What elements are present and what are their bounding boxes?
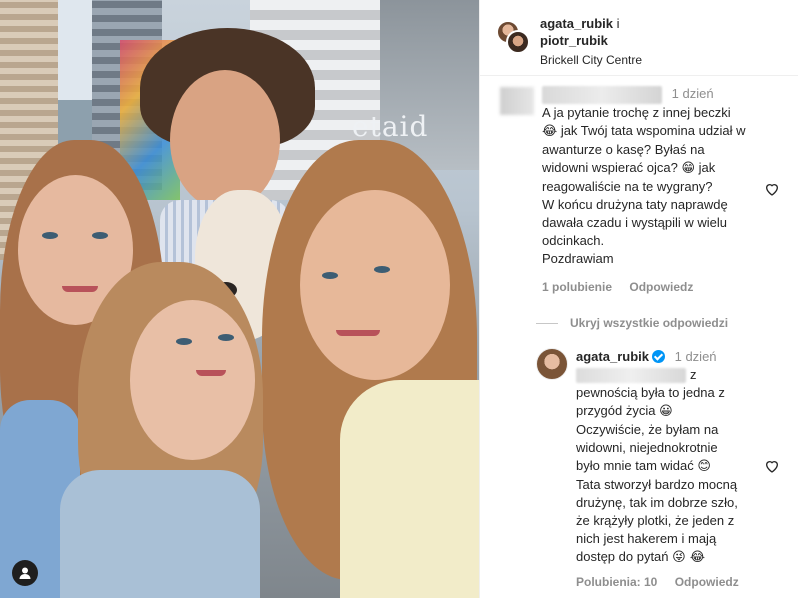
avatar[interactable] bbox=[536, 348, 568, 380]
text: jak Twój tata wspomina udział w bbox=[557, 122, 746, 138]
mouth bbox=[196, 370, 226, 376]
emoji: 😊 bbox=[697, 459, 711, 474]
text: było mnie tam widać bbox=[576, 458, 694, 473]
post-photo[interactable]: etaid bbox=[0, 0, 479, 598]
heart-icon[interactable] bbox=[764, 181, 780, 197]
comment-line: Pozdrawiam bbox=[542, 250, 614, 266]
comment-line: że krążyły plotki, że jeden z bbox=[576, 513, 735, 528]
building-sign: etaid bbox=[352, 110, 429, 143]
comment-line: W końcu drużyna taty naprawdę bbox=[542, 196, 728, 212]
comment-text: A ja pytanie trochę z innej beczki 😂 jak… bbox=[542, 104, 790, 268]
comment-line: odcinkach. bbox=[542, 232, 605, 248]
divider bbox=[536, 322, 558, 324]
comment-line: Oczywiście, że byłam na bbox=[576, 422, 719, 437]
comment-line: widowni wspierać ojca? 😁 jak bbox=[542, 159, 790, 178]
eye bbox=[218, 334, 234, 341]
author-link[interactable]: piotr_rubik bbox=[540, 32, 642, 49]
text: z bbox=[690, 367, 697, 382]
comment-line: przygód życia 😀 bbox=[576, 402, 776, 421]
comment-line: awanturze o kasę? Byłaś na bbox=[542, 141, 705, 157]
comment-line: Tata stworzył bardzo mocną bbox=[576, 477, 738, 492]
likes-count[interactable]: Polubienia: 10 bbox=[576, 575, 657, 589]
eye bbox=[92, 232, 108, 239]
text: widowni wspierać ojca? bbox=[542, 159, 678, 175]
emoji: 😁 bbox=[681, 160, 696, 176]
comment-actions: 1 polubienie Odpowiedz bbox=[542, 278, 790, 296]
emoji: 😀 bbox=[659, 404, 673, 419]
text: jak bbox=[695, 159, 716, 175]
woman-top bbox=[340, 380, 479, 598]
verified-icon bbox=[651, 350, 665, 363]
likes-count[interactable]: 1 polubienie bbox=[542, 280, 612, 294]
hide-replies-label: Ukryj wszystkie odpowiedzi bbox=[570, 316, 729, 330]
reply-button[interactable]: Odpowiedz bbox=[675, 575, 739, 589]
post-authors: agata_rubik i piotr_rubik Brickell City … bbox=[540, 15, 642, 69]
username[interactable]: agata_rubik bbox=[576, 349, 649, 364]
comment-line: było mnie tam widać 😊 bbox=[576, 457, 776, 476]
text: dostęp do pytań bbox=[576, 549, 669, 564]
girl-center-jacket bbox=[60, 470, 260, 598]
comment-text: z pewnością była to jedna z przygód życi… bbox=[576, 366, 776, 567]
comment-line: nich jest hakerem i mają bbox=[576, 531, 717, 546]
comment-line: pewnością była to jedna z bbox=[576, 385, 725, 400]
comment-line: dawała czadu i wystąpili w wielu bbox=[542, 214, 727, 230]
eye bbox=[322, 272, 338, 279]
comment-actions: Polubienia: 10 Odpowiedz bbox=[576, 573, 776, 591]
comment-line: drużynę, tak im dobrze szło, bbox=[576, 495, 738, 510]
mouth bbox=[62, 286, 98, 292]
girl-center-face bbox=[130, 300, 255, 460]
user-tag-icon[interactable] bbox=[12, 560, 38, 586]
eye bbox=[176, 338, 192, 345]
avatar[interactable] bbox=[506, 30, 530, 54]
reply-comment: agata_rubik 1 dzień z pewnością była to … bbox=[536, 348, 776, 591]
comment-line: dostęp do pytań 😜 😂 bbox=[576, 548, 776, 567]
text: przygód życia bbox=[576, 403, 656, 418]
comment-line: widowni, niejednokrotnie bbox=[576, 440, 718, 455]
author-link[interactable]: agata_rubik bbox=[540, 16, 613, 31]
reply-button[interactable]: Odpowiedz bbox=[629, 280, 693, 294]
avatar[interactable] bbox=[500, 87, 534, 115]
eye bbox=[374, 266, 390, 273]
location-link[interactable]: Brickell City Centre bbox=[540, 52, 642, 69]
comments-panel: agata_rubik i piotr_rubik Brickell City … bbox=[479, 0, 798, 598]
timestamp[interactable]: 1 dzień bbox=[675, 349, 717, 364]
man-face bbox=[170, 70, 280, 210]
woman-face bbox=[300, 190, 450, 380]
comment-line: A ja pytanie trochę z innej beczki bbox=[542, 104, 731, 120]
author-avatars[interactable] bbox=[496, 20, 532, 56]
comment: 1 dzień A ja pytanie trochę z innej becz… bbox=[500, 85, 790, 296]
emoji: 😜 😂 bbox=[672, 550, 706, 565]
comment-line: z bbox=[576, 366, 776, 384]
hide-replies-button[interactable]: Ukryj wszystkie odpowiedzi bbox=[536, 316, 728, 330]
connector-text: i bbox=[616, 16, 620, 31]
comment-line: reagowaliście na te wygrany? bbox=[542, 178, 713, 194]
comment-line: 😂 jak Twój tata wspomina udział w bbox=[542, 122, 790, 141]
username-blurred[interactable] bbox=[542, 85, 662, 104]
post-header: agata_rubik i piotr_rubik Brickell City … bbox=[480, 0, 798, 76]
heart-icon[interactable] bbox=[764, 458, 780, 474]
mention-blurred[interactable] bbox=[576, 368, 686, 384]
mouth bbox=[336, 330, 380, 336]
timestamp[interactable]: 1 dzień bbox=[672, 86, 714, 101]
eye bbox=[42, 232, 58, 239]
emoji: 😂 bbox=[542, 123, 558, 139]
